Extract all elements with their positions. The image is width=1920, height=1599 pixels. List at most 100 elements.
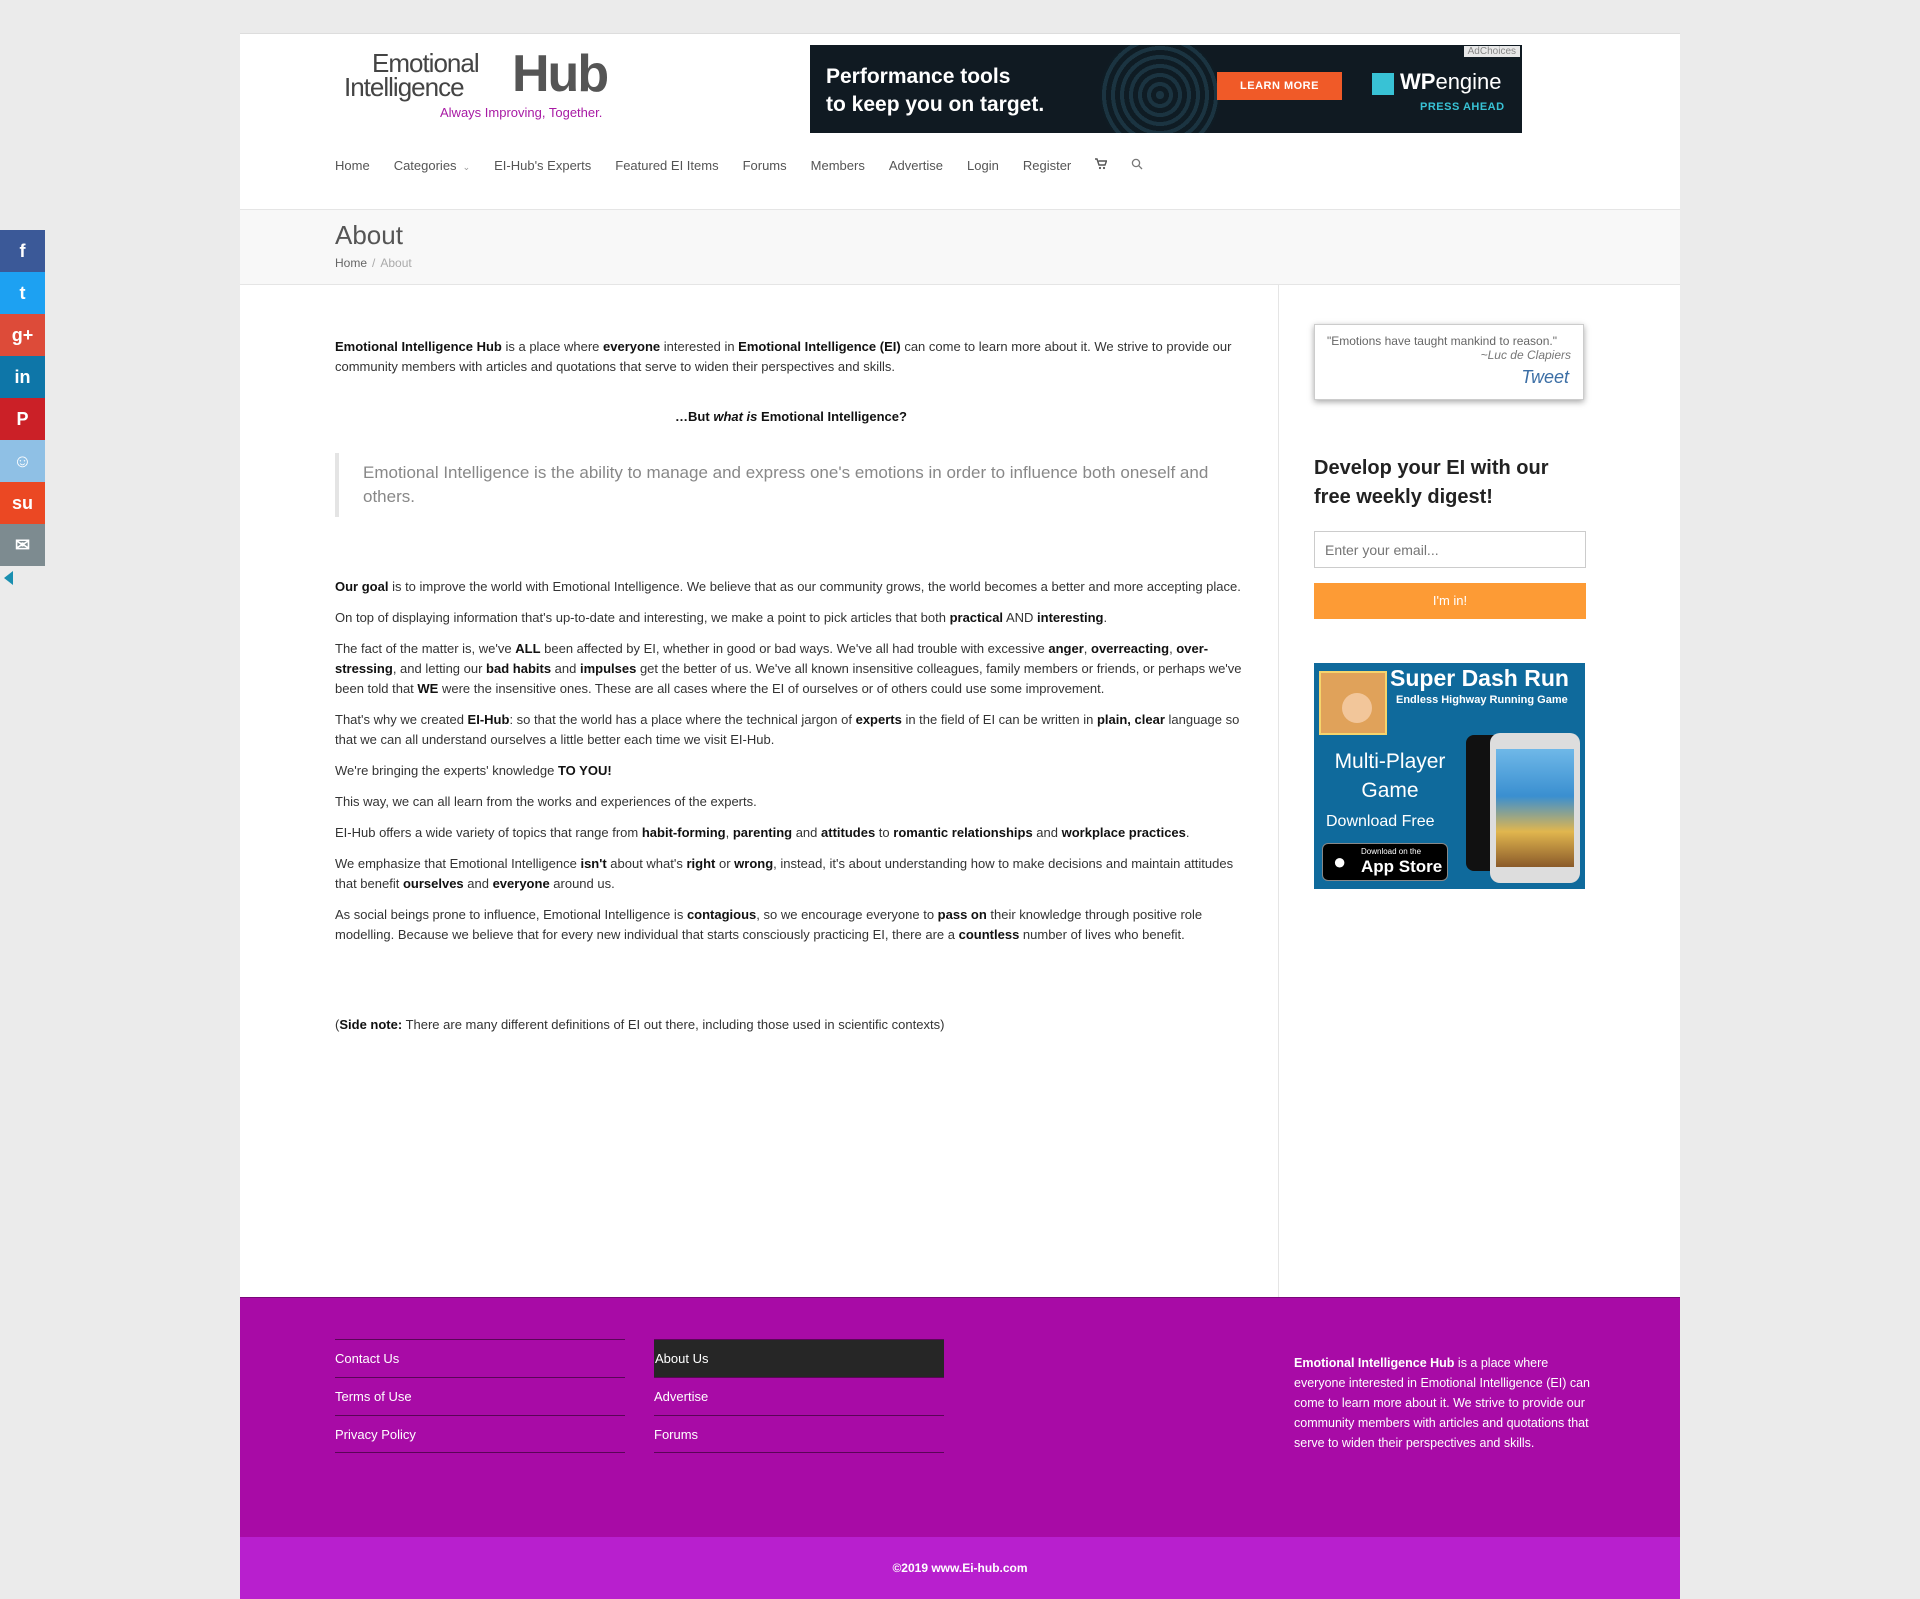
text: is a place where everyone interested in … bbox=[1294, 1356, 1590, 1450]
footer-link-contact[interactable]: Contact Us bbox=[335, 1339, 625, 1377]
nav-advertise[interactable]: Advertise bbox=[889, 158, 943, 173]
bold-text: parenting bbox=[732, 825, 793, 840]
digest-title: Develop your EI with our free weekly dig… bbox=[1314, 457, 1549, 508]
twitter-icon[interactable]: t bbox=[0, 272, 45, 314]
breadcrumb-current: About bbox=[380, 256, 412, 270]
stumbleupon-icon[interactable]: su bbox=[0, 482, 45, 524]
quote-widget: "Emotions have taught mankind to reason.… bbox=[1314, 324, 1584, 400]
bold-text: countless bbox=[958, 927, 1020, 942]
banner-ad[interactable]: AdChoices Performance tools to keep you … bbox=[810, 45, 1522, 133]
nav-forums[interactable]: Forums bbox=[743, 158, 787, 173]
site-logo[interactable]: Emotional Intelligence Hub Always Improv… bbox=[344, 42, 634, 122]
email-input[interactable] bbox=[1314, 531, 1586, 568]
footer-link-terms[interactable]: Terms of Use bbox=[335, 1377, 625, 1415]
game-title: Super Dash Run bbox=[1390, 665, 1569, 691]
email-icon[interactable]: ✉ bbox=[0, 524, 45, 566]
footer-link-forums[interactable]: Forums bbox=[654, 1415, 944, 1453]
game-character-image bbox=[1319, 671, 1387, 735]
breadcrumb-separator: / bbox=[372, 256, 376, 270]
main-nav: Home Categories ⌄ EI-Hub's Experts Featur… bbox=[335, 158, 1167, 173]
text: AND bbox=[1003, 610, 1038, 625]
app-store-badge[interactable]: ● Download on the App Store bbox=[1322, 843, 1448, 881]
bold-text: everyone bbox=[603, 339, 661, 354]
paragraph: This way, we can all learn from the work… bbox=[335, 794, 757, 809]
game-screenshot bbox=[1496, 749, 1574, 867]
tweet-link[interactable]: Tweet bbox=[1521, 367, 1569, 388]
bold-text: Our goal bbox=[335, 579, 389, 594]
game-ad[interactable]: Super Dash Run Endless Highway Running G… bbox=[1314, 663, 1585, 889]
reddit-icon[interactable]: ☺ bbox=[0, 440, 45, 482]
text: There are many different definitions of … bbox=[402, 1017, 945, 1032]
footer-link-advertise[interactable]: Advertise bbox=[654, 1377, 944, 1415]
nav-featured[interactable]: Featured EI Items bbox=[615, 158, 718, 173]
paragraph: EI-Hub offers a wide variety of topics t… bbox=[335, 823, 1247, 843]
game-download: Download Free bbox=[1326, 813, 1435, 830]
text: , so we encourage everyone to bbox=[756, 907, 938, 922]
chevron-down-icon: ⌄ bbox=[462, 162, 471, 172]
text: is a place where bbox=[501, 339, 604, 354]
nav-register[interactable]: Register bbox=[1023, 158, 1071, 173]
ad-brand-rest: engine bbox=[1435, 69, 1502, 94]
bold-text: impulses bbox=[579, 661, 637, 676]
text: . bbox=[1185, 825, 1190, 840]
text: and bbox=[463, 876, 493, 891]
text: to bbox=[875, 825, 894, 840]
bold-text: WE bbox=[417, 681, 439, 696]
text: , bbox=[725, 825, 733, 840]
bold-text: Emotional Intelligence Hub bbox=[1294, 1356, 1455, 1370]
nav-categories-label: Categories bbox=[393, 158, 457, 173]
ad-learn-more-button[interactable]: LEARN MORE bbox=[1217, 72, 1342, 100]
nav-home[interactable]: Home bbox=[335, 158, 370, 173]
definition-quote: Emotional Intelligence is the ability to… bbox=[335, 453, 1247, 517]
footer-about: Emotional Intelligence Hub is a place wh… bbox=[1294, 1353, 1594, 1453]
google-plus-icon[interactable]: g+ bbox=[0, 314, 45, 356]
ad-brand: WPengine bbox=[1400, 69, 1502, 95]
sidebar-divider bbox=[1278, 284, 1279, 1297]
quote-text: "Emotions have taught mankind to reason.… bbox=[1327, 334, 1557, 348]
text: We emphasize that Emotional Intelligence bbox=[335, 856, 581, 871]
footer-link-about[interactable]: About Us bbox=[654, 1339, 944, 1377]
text: number of lives who benefit. bbox=[1019, 927, 1185, 942]
bold-text: TO YOU! bbox=[557, 763, 612, 778]
subscribe-button[interactable]: I'm in! bbox=[1314, 583, 1586, 619]
pinterest-icon[interactable]: P bbox=[0, 398, 45, 440]
bold-text: pass on bbox=[937, 907, 987, 922]
text: That's why we created bbox=[335, 712, 468, 727]
bold-text: anger bbox=[1048, 641, 1084, 656]
ad-headline-line1: Performance tools bbox=[826, 65, 1011, 88]
footer-links-col1: Contact Us Terms of Use Privacy Policy bbox=[335, 1339, 625, 1453]
adchoices-label[interactable]: AdChoices bbox=[1463, 46, 1520, 57]
text: is to improve the world with Emotional I… bbox=[388, 579, 1241, 594]
footer-link-privacy[interactable]: Privacy Policy bbox=[335, 1415, 625, 1453]
bold-text: ALL bbox=[515, 641, 541, 656]
footer: Contact Us Terms of Use Privacy Policy A… bbox=[240, 1297, 1680, 1538]
bold-text: experts bbox=[855, 712, 902, 727]
bold-text: Side note: bbox=[339, 1017, 403, 1032]
breadcrumb-home[interactable]: Home bbox=[335, 256, 367, 270]
nav-login[interactable]: Login bbox=[967, 158, 999, 173]
ad-headline: Performance tools to keep you on target. bbox=[826, 63, 1044, 119]
linkedin-icon[interactable]: in bbox=[0, 356, 45, 398]
bold-text: practical bbox=[949, 610, 1004, 625]
bold-text: interesting bbox=[1037, 610, 1104, 625]
nav-members[interactable]: Members bbox=[811, 158, 865, 173]
text: around us. bbox=[549, 876, 615, 891]
search-icon[interactable] bbox=[1131, 158, 1143, 173]
top-strip bbox=[0, 0, 1920, 34]
nav-experts[interactable]: EI-Hub's Experts bbox=[494, 158, 591, 173]
facebook-icon[interactable]: f bbox=[0, 230, 45, 272]
logo-tagline: Always Improving, Together. bbox=[440, 105, 603, 120]
apple-icon: ● bbox=[1333, 849, 1347, 874]
text: The fact of the matter is, we've bbox=[335, 641, 516, 656]
shopping-cart-icon[interactable] bbox=[1095, 158, 1108, 173]
share-collapse-icon[interactable] bbox=[4, 571, 13, 585]
text: in the field of EI can be written in bbox=[901, 712, 1097, 727]
logo-line2: Intelligence bbox=[344, 72, 465, 102]
nav-categories[interactable]: Categories ⌄ bbox=[394, 158, 470, 173]
bold-text: workplace practices bbox=[1061, 825, 1186, 840]
ad-brand-bold: WP bbox=[1400, 69, 1436, 94]
bold-text: habit-forming bbox=[641, 825, 726, 840]
bold-text: bad habits bbox=[486, 661, 552, 676]
definition-question: …But what is Emotional Intelligence? bbox=[335, 407, 1247, 427]
goal-paragraph: Our goal is to improve the world with Em… bbox=[335, 577, 1247, 597]
